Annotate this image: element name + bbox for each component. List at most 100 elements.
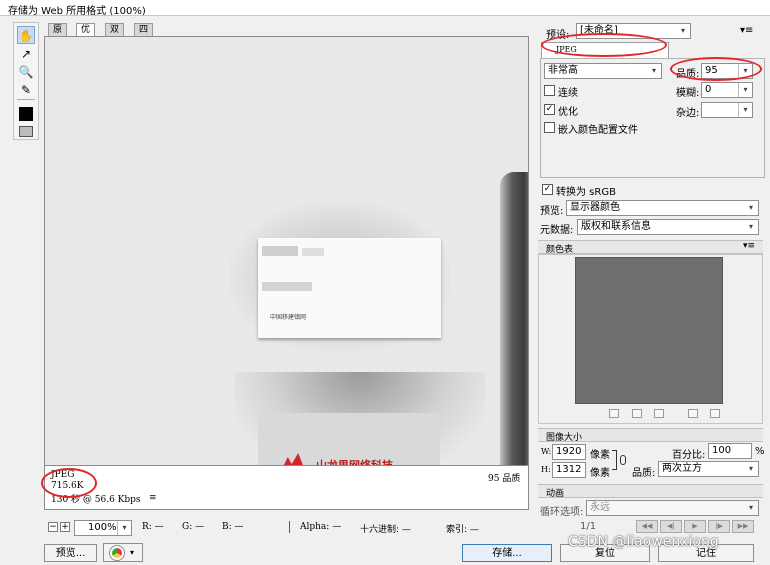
image-preview[interactable]: 中国移建镇网 山龙思网络科技: [44, 36, 529, 466]
height-value: 1312: [556, 464, 582, 475]
constrain-bracket: [612, 450, 617, 470]
blur-label: 模糊:: [676, 88, 700, 99]
convert-srgb-checkbox[interactable]: ✓: [542, 184, 553, 195]
chevron-down-icon: ▾: [748, 503, 753, 512]
loop-value: 永远: [590, 502, 610, 513]
link-icon[interactable]: [620, 455, 626, 465]
compression-value: 非常高: [548, 65, 578, 76]
new-color-icon[interactable]: [688, 409, 698, 418]
status-index: 索引: —: [446, 525, 479, 535]
delete-color-icon[interactable]: [710, 409, 720, 418]
save-button[interactable]: 存储...: [462, 544, 552, 562]
status-hex: 十六进制: —: [360, 525, 411, 535]
resample-quality-select[interactable]: 两次立方 ▾: [658, 461, 759, 477]
percent-input[interactable]: 100: [708, 443, 752, 459]
loop-select[interactable]: 永远 ▾: [586, 500, 759, 516]
frame-counter: 1/1: [580, 521, 597, 532]
info-menu-icon[interactable]: ≡: [149, 493, 157, 503]
metadata-label: 元数据:: [540, 225, 574, 236]
eyedropper-color-swatch[interactable]: [17, 105, 35, 123]
first-frame-icon[interactable]: ◀◀: [636, 520, 658, 533]
height-unit: 像素: [590, 468, 610, 479]
color-table-header: 颜色表 ▾≡: [538, 240, 763, 255]
business-card-front: 中国移建镇网: [258, 238, 441, 338]
progressive-label: 连续: [558, 88, 578, 99]
compression-quality-select[interactable]: 非常高 ▾: [544, 63, 662, 79]
chevron-down-icon: ▾: [748, 464, 753, 473]
tab-4-up[interactable]: 四联: [134, 23, 154, 48]
preview-select[interactable]: 显示器颜色 ▾: [566, 200, 759, 216]
convert-srgb-label: 转换为 sRGB: [556, 187, 616, 198]
red-annotation-oval: [670, 57, 762, 81]
zoom-value: 100%: [88, 522, 117, 533]
map-selected-colors-icon[interactable]: [609, 409, 619, 418]
blur-value: 0: [705, 84, 712, 95]
last-frame-icon[interactable]: ▶▶: [732, 520, 754, 533]
width-value: 1920: [556, 446, 582, 457]
zoom-out-button[interactable]: −: [48, 522, 58, 532]
next-frame-icon[interactable]: |▶: [708, 520, 730, 533]
tab-2-up[interactable]: 双联: [105, 23, 125, 48]
eyedropper-tool-icon[interactable]: ✎: [17, 81, 35, 99]
card-company-text: 中国移建镇网: [270, 314, 307, 321]
height-label: H:: [541, 465, 551, 474]
red-annotation-oval: [41, 468, 97, 498]
info-quality: 95 品质: [488, 474, 521, 484]
width-input[interactable]: 1920: [552, 444, 586, 460]
matte-select[interactable]: ▾: [701, 102, 753, 118]
red-annotation-oval: [541, 33, 667, 57]
metadata-value: 版权和联系信息: [581, 221, 651, 232]
color-table-menu-icon[interactable]: ▾≡: [743, 241, 755, 251]
zoom-in-button[interactable]: +: [60, 522, 70, 532]
business-card-back: 山龙思网络科技: [258, 413, 440, 466]
width-unit: 像素: [590, 450, 610, 461]
slice-select-tool-icon[interactable]: ↗: [17, 45, 35, 63]
chevron-down-icon: ▾: [130, 548, 135, 557]
chevron-down-icon: ▾: [738, 83, 752, 97]
embed-profile-checkbox[interactable]: [544, 122, 555, 133]
phone-edge: [500, 172, 528, 465]
zoom-tool-icon[interactable]: 🔍: [17, 63, 35, 81]
percent-value: 100: [712, 445, 732, 456]
percent-label: 百分比:: [672, 450, 706, 461]
tab-optimized[interactable]: 优化: [76, 23, 96, 48]
resample-quality-value: 两次立方: [662, 463, 702, 474]
card-back-company: 山龙思网络科技: [316, 459, 393, 466]
height-input[interactable]: 1312: [552, 462, 586, 478]
blurred-name: [262, 246, 298, 256]
red-logo-icon: [280, 453, 306, 465]
chevron-down-icon: ▾: [738, 103, 752, 117]
blur-input[interactable]: 0 ▾: [701, 82, 753, 98]
preset-menu-icon[interactable]: ▾≡: [740, 25, 753, 36]
preview-in-browser-button[interactable]: 预览...: [44, 544, 97, 562]
optimized-label: 优化: [558, 107, 578, 118]
width-label: W:: [541, 447, 552, 456]
animation-title: 动画: [546, 489, 565, 499]
zoom-select[interactable]: 100% ▾: [74, 520, 132, 536]
tool-divider: [17, 99, 35, 100]
embed-profile-label: 嵌入颜色配置文件: [558, 125, 638, 136]
chevron-down-icon: ▾: [748, 222, 753, 231]
color-table-swatch-area[interactable]: [575, 257, 723, 404]
toggle-slices-icon[interactable]: [17, 123, 35, 141]
watermark: CSDN @liaowenxiong: [568, 534, 719, 550]
resample-quality-label: 品质:: [632, 468, 656, 479]
toolbox: ✋ ↗ 🔍 ✎: [13, 22, 39, 140]
chevron-down-icon: ▾: [117, 521, 131, 535]
loop-label: 循环选项:: [540, 507, 584, 518]
optimized-checkbox[interactable]: ✓: [544, 104, 555, 115]
progressive-checkbox[interactable]: [544, 85, 555, 96]
chevron-down-icon: ▾: [748, 203, 753, 212]
image-size-title: 图像大小: [546, 433, 583, 443]
browser-select[interactable]: ▾: [103, 543, 143, 562]
lock-color-icon[interactable]: [654, 409, 664, 418]
previous-frame-icon[interactable]: ◀|: [660, 520, 682, 533]
blurred-line: [262, 282, 312, 291]
hand-tool-icon[interactable]: ✋: [17, 26, 35, 44]
status-alpha: Alpha: —: [300, 522, 342, 532]
tab-original[interactable]: 原稿: [48, 23, 68, 48]
metadata-select[interactable]: 版权和联系信息 ▾: [577, 219, 759, 235]
preview-label: 预览:: [540, 206, 564, 217]
shift-to-web-palette-icon[interactable]: [632, 409, 642, 418]
play-icon[interactable]: ▶: [684, 520, 706, 533]
